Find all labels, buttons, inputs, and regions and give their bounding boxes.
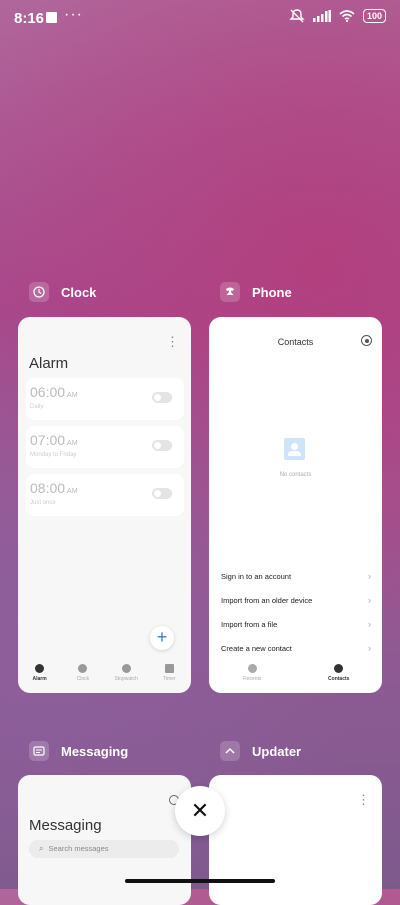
empty-state-text: No contacts — [279, 472, 312, 478]
app-label-text: Messaging — [61, 743, 129, 759]
chevron-right-icon: › — [368, 595, 371, 605]
app-label-text: Updater — [252, 743, 302, 759]
chevron-right-icon: › — [368, 643, 371, 653]
phone-icon — [220, 282, 240, 302]
wifi-icon — [339, 10, 355, 22]
clock-bottom-nav: Alarm Clock Stopwatch Timer — [18, 659, 191, 693]
app-label-clock[interactable]: Clock — [29, 282, 96, 302]
phone-bottom-nav: Recents Contacts — [209, 659, 382, 693]
signal-icon — [312, 10, 331, 22]
alarm-item[interactable]: 07:00 AM Monday to Friday — [26, 426, 184, 468]
alarm-toggle[interactable] — [152, 488, 172, 499]
alarm-item[interactable]: 06:00 AM Daily — [26, 378, 184, 420]
nav-timer[interactable]: Timer — [149, 659, 189, 693]
status-icons: 100 — [289, 9, 386, 23]
screen-title: Contacts — [277, 337, 314, 347]
add-alarm-button[interactable]: + — [150, 626, 174, 650]
home-indicator[interactable] — [125, 879, 275, 883]
contact-placeholder-icon — [284, 438, 305, 460]
alarm-toggle[interactable] — [152, 440, 172, 451]
status-time: 8:16 — [14, 10, 45, 27]
mute-icon — [289, 9, 305, 23]
alarm-icon — [35, 664, 45, 673]
alarm-repeat: Daily — [30, 404, 44, 410]
alarm-time: 06:00 AM — [30, 384, 78, 400]
hourglass-icon — [164, 664, 174, 673]
notification-icon — [46, 12, 57, 23]
chevron-right-icon: › — [368, 571, 371, 581]
alarm-time: 08:00 AM — [30, 480, 78, 496]
nav-clock[interactable]: Clock — [63, 659, 103, 693]
menu-import-older-device[interactable]: Import from an older device › — [221, 595, 371, 605]
stopwatch-icon — [121, 664, 131, 673]
settings-icon[interactable] — [361, 335, 372, 346]
chevron-right-icon: › — [368, 619, 371, 629]
alarm-time: 07:00 AM — [30, 432, 78, 448]
screen-title: Messaging — [29, 817, 102, 834]
person-icon — [334, 664, 344, 673]
search-messages-input[interactable]: ⌕ Search messages — [29, 840, 179, 858]
nav-alarm[interactable]: Alarm — [20, 659, 60, 693]
battery-icon: 100 — [362, 9, 386, 23]
clear-all-button[interactable]: ✕ — [175, 786, 225, 836]
status-bar: 8:16 ··· 100 — [0, 0, 400, 36]
menu-import-file[interactable]: Import from a file › — [221, 619, 371, 629]
nav-recents[interactable]: Recents — [222, 659, 282, 693]
nav-contacts[interactable]: Contacts — [309, 659, 369, 693]
alarm-repeat: Just once — [30, 500, 56, 506]
app-label-text: Clock — [61, 284, 97, 300]
recent-app-card-phone[interactable]: Contacts No contacts Sign in to an accou… — [209, 317, 382, 693]
alarm-item[interactable]: 08:00 AM Just once — [26, 474, 184, 516]
clock-icon — [29, 282, 49, 302]
app-label-phone[interactable]: Phone — [220, 282, 292, 302]
menu-sign-in[interactable]: Sign in to an account › — [221, 571, 371, 581]
nav-stopwatch[interactable]: Stopwatch — [106, 659, 146, 693]
messaging-icon — [29, 741, 49, 761]
phone-receiver-icon — [247, 664, 257, 673]
updater-icon — [220, 741, 240, 761]
recent-app-card-updater[interactable]: ⋮ — [209, 775, 382, 905]
search-icon: ⌕ — [39, 844, 44, 853]
alarm-repeat: Monday to Friday — [30, 452, 77, 458]
more-notifications-icon: ··· — [64, 6, 83, 23]
more-options-icon: ⋮ — [357, 792, 370, 807]
more-options-icon: ⋮ — [166, 334, 179, 349]
recent-app-card-clock[interactable]: ⋮ Alarm 06:00 AM Daily 07:00 AM Monday to … — [18, 317, 191, 693]
menu-create-contact[interactable]: Create a new contact › — [221, 643, 371, 653]
alarm-toggle[interactable] — [152, 392, 172, 403]
app-label-text: Phone — [252, 284, 292, 300]
app-label-updater[interactable]: Updater — [220, 741, 301, 761]
screen-title: Alarm — [29, 355, 69, 372]
recent-app-card-messaging[interactable]: Messaging ⌕ Search messages — [18, 775, 191, 905]
clock-icon — [78, 664, 88, 673]
app-label-messaging[interactable]: Messaging — [29, 741, 128, 761]
